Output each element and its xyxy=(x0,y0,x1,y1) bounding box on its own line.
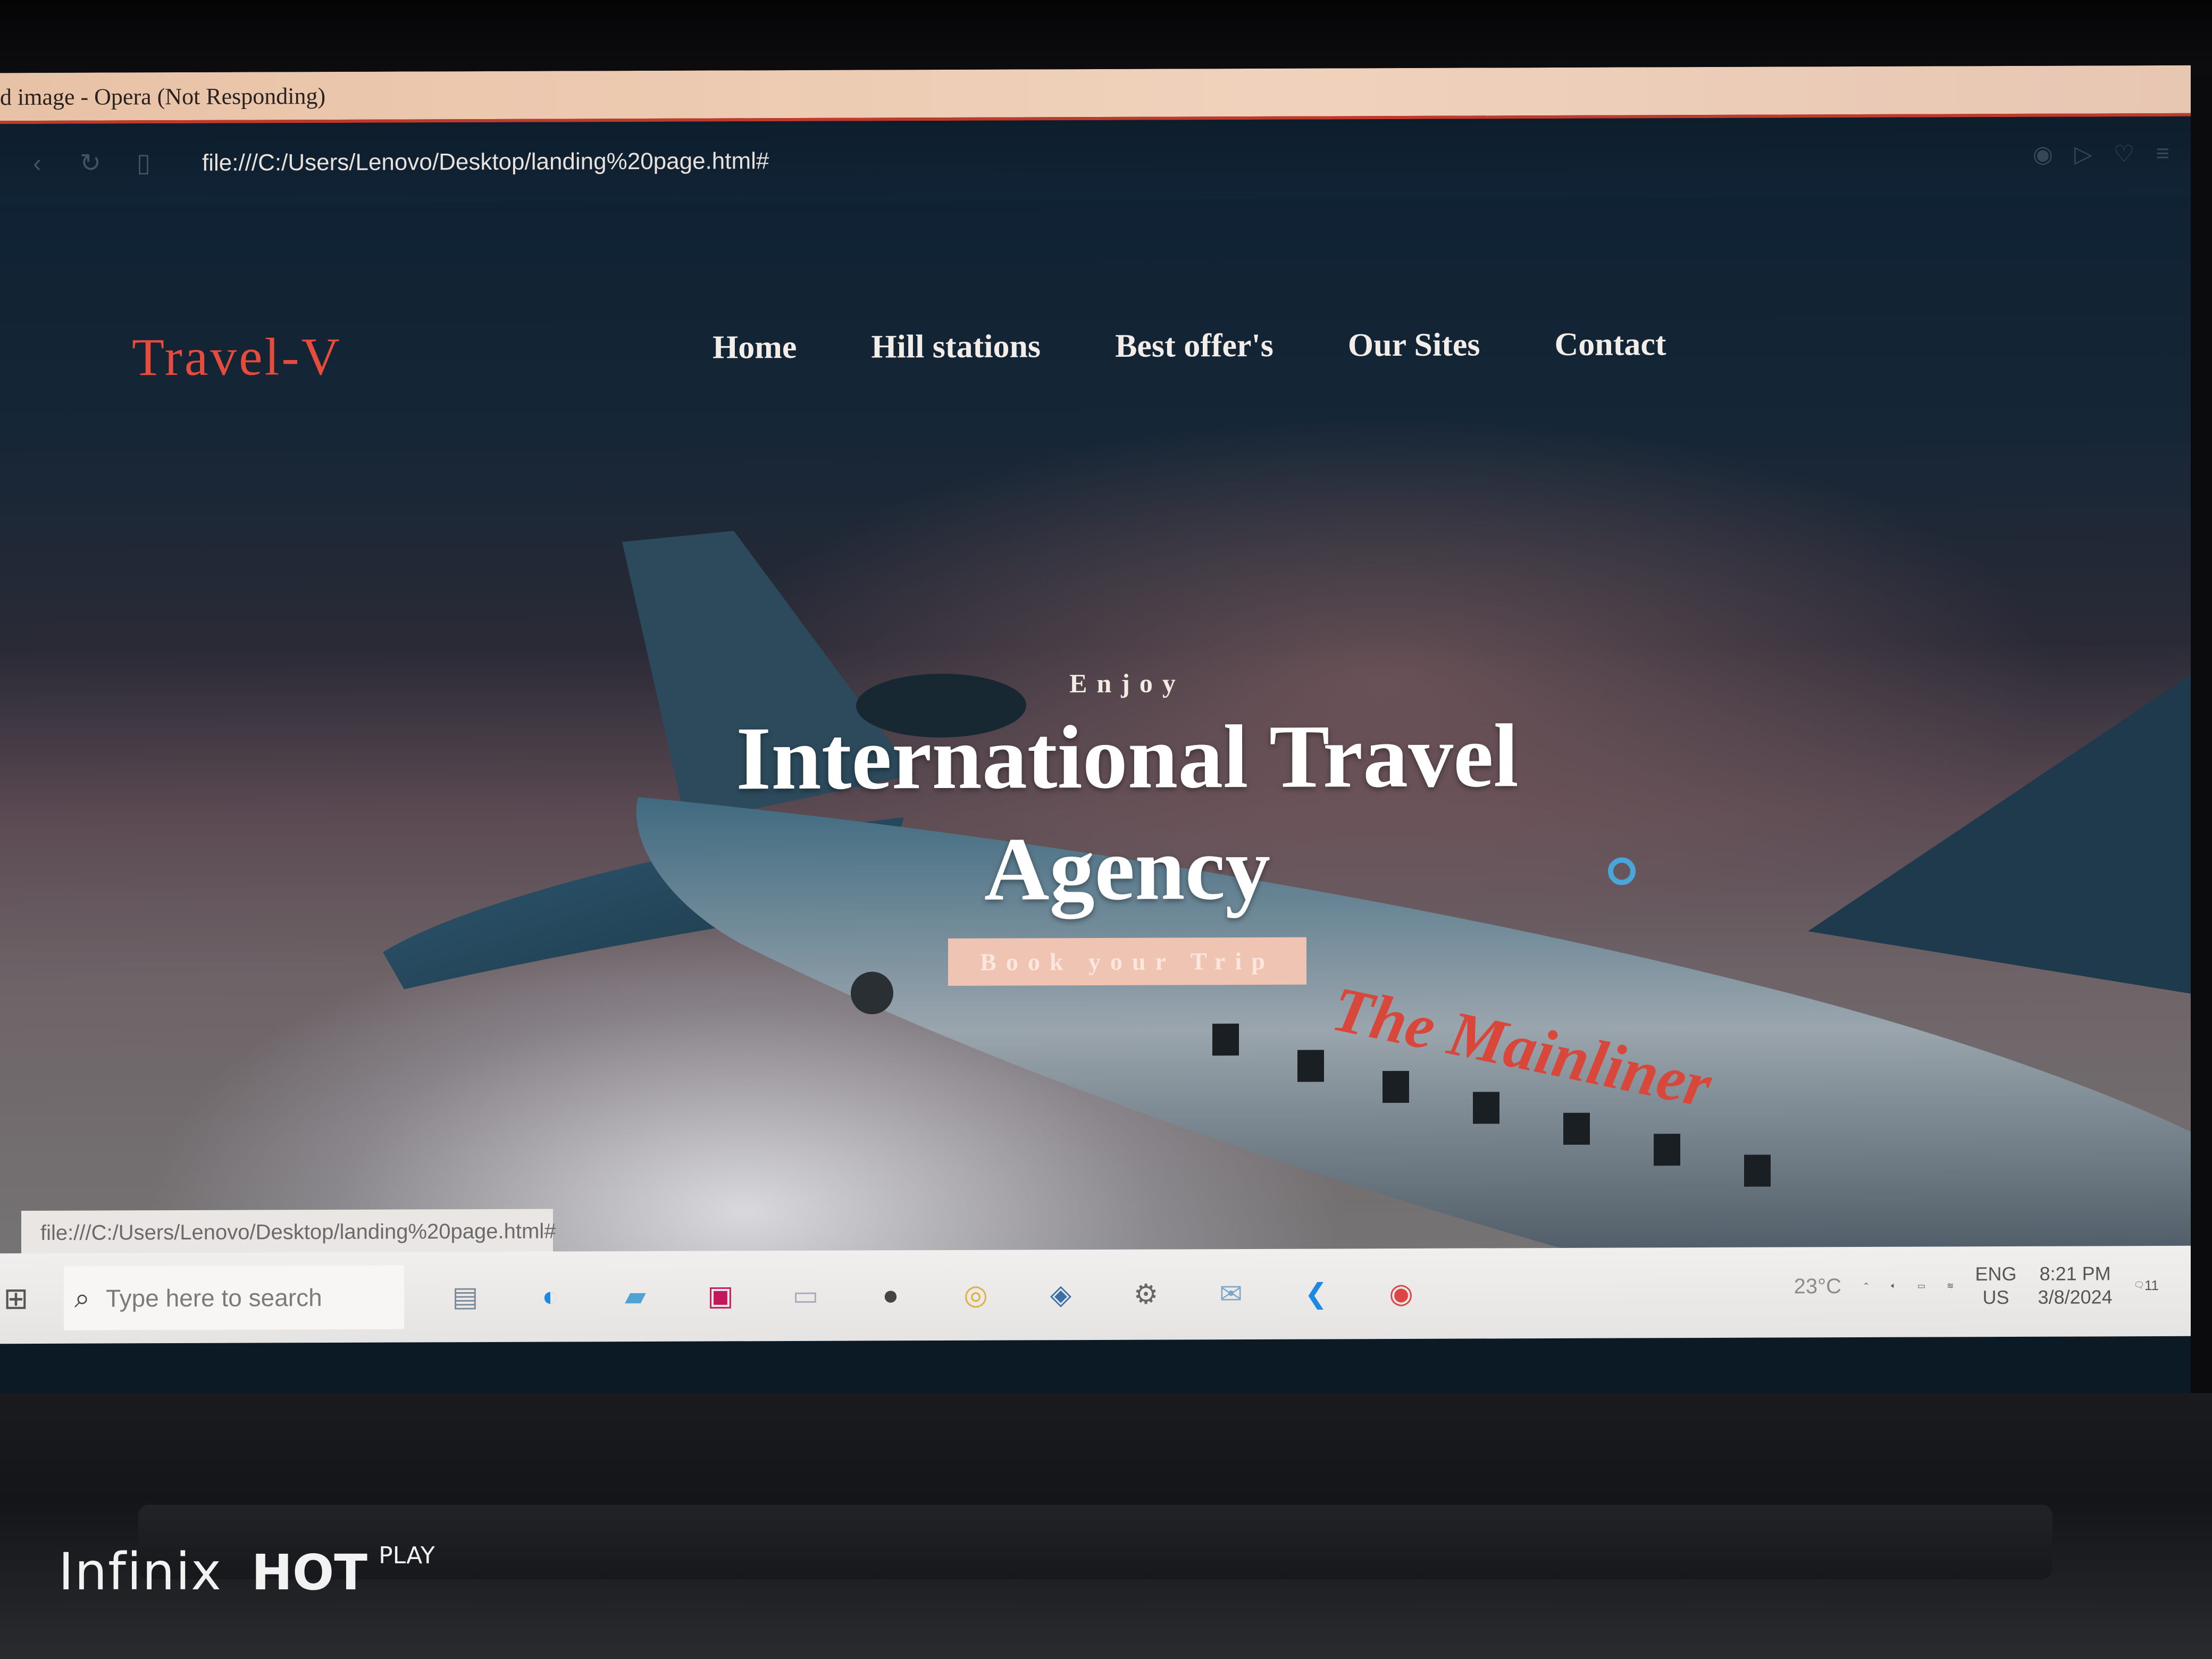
site-logo[interactable]: Travel-V xyxy=(132,326,342,388)
heart-icon[interactable]: ♡ xyxy=(2114,140,2134,167)
region-code: US xyxy=(1982,1286,2009,1309)
window-titlebar: d image - Opera (Not Responding) xyxy=(0,65,2191,124)
laptop-bezel-top xyxy=(0,0,2212,74)
nav-hill-stations[interactable]: Hill stations xyxy=(871,328,1041,366)
vscode-icon[interactable]: ❮ xyxy=(1297,1275,1335,1312)
system-tray: 23°C ⌃ 🔈︎ ▭ ≋ ENG US 8:21 PM 3/8/2024 🗨︎… xyxy=(1794,1262,2159,1310)
nav-our-sites[interactable]: Our Sites xyxy=(1348,326,1480,364)
settings-icon[interactable]: ⚙ xyxy=(1127,1276,1164,1313)
watermark-model: HOT xyxy=(252,1544,368,1601)
speaker-icon[interactable]: 🔈︎ xyxy=(1891,1281,1896,1291)
share-icon[interactable]: ▷ xyxy=(2074,140,2092,167)
camera-watermark: Infinix HOT PLAY xyxy=(58,1542,435,1602)
site-nav: Home Hill stations Best offer's Our Site… xyxy=(713,325,1666,366)
reload-icon[interactable]: ↻ xyxy=(74,147,106,179)
app-icon[interactable]: ● xyxy=(872,1277,909,1314)
menu-icon[interactable]: ≡ xyxy=(2156,140,2169,167)
nav-contact[interactable]: Contact xyxy=(1555,325,1666,364)
task-view-icon[interactable]: ▤ xyxy=(447,1278,484,1316)
file-explorer-icon[interactable]: ▰ xyxy=(617,1278,654,1315)
url-field[interactable]: file:///C:/Users/Lenovo/Desktop/landing%… xyxy=(202,148,769,177)
chrome-icon[interactable]: ◎ xyxy=(957,1277,994,1314)
mail-icon[interactable]: ✉ xyxy=(1212,1276,1250,1313)
landing-page: The Mainliner Travel-V Home Hill station… xyxy=(0,196,2191,1321)
address-bar: ‹ ↻ ▯ file:///C:/Users/Lenovo/Desktop/la… xyxy=(0,116,2191,204)
back-icon[interactable]: ‹ xyxy=(21,148,53,180)
status-bar-url: file:///C:/Users/Lenovo/Desktop/landing%… xyxy=(21,1209,556,1256)
window-title: d image - Opera (Not Responding) xyxy=(0,82,326,110)
clock-date: 3/8/2024 xyxy=(2038,1286,2113,1308)
hero-kicker: Enjoy xyxy=(1069,668,1185,699)
watermark-brand: Infinix xyxy=(58,1542,222,1602)
windows-start-icon[interactable]: ⊞ xyxy=(0,1281,32,1315)
weather-temp[interactable]: 23°C xyxy=(1794,1275,1841,1298)
page-info-icon[interactable]: ▯ xyxy=(128,147,160,179)
hero-title-line1: International Travel xyxy=(736,706,1519,809)
clock[interactable]: 8:21 PM 3/8/2024 xyxy=(2038,1262,2113,1309)
vpn-icon[interactable]: ◈ xyxy=(1042,1276,1079,1313)
address-bar-actions: ◉ ▷ ♡ ≡ xyxy=(2033,140,2169,168)
hero-title-line2: Agency xyxy=(984,818,1271,919)
notification-count: 11 xyxy=(2144,1277,2159,1293)
wifi-icon[interactable]: ≋ xyxy=(1947,1280,1954,1291)
taskbar: ⊞ ⌕ Type here to search ▤ ◐ ▰ ▣ ▭ ● ◎ ◈ … xyxy=(0,1245,2191,1344)
language-code: ENG xyxy=(1975,1262,2017,1285)
language-indicator[interactable]: ENG US xyxy=(1975,1262,2017,1309)
taskbar-apps: ▤ ◐ ▰ ▣ ▭ ● ◎ ◈ ⚙ ✉ ❮ ◉ xyxy=(447,1275,1420,1316)
chrome-icon[interactable]: ◉ xyxy=(1382,1275,1420,1312)
store-icon[interactable]: ▭ xyxy=(787,1277,824,1314)
nav-home[interactable]: Home xyxy=(713,329,797,367)
media-app-icon[interactable]: ▣ xyxy=(702,1277,739,1314)
watermark-sub: PLAY xyxy=(379,1542,435,1569)
clock-time: 8:21 PM xyxy=(2039,1262,2111,1285)
chevron-up-icon[interactable]: ⌃ xyxy=(1863,1281,1870,1292)
loading-cursor-icon xyxy=(1608,857,1636,885)
search-icon: ⌕ xyxy=(74,1283,90,1314)
notification-icon[interactable]: 🗨︎11 xyxy=(2134,1277,2159,1294)
hero-section: Enjoy International Travel Agency Book y… xyxy=(638,666,1616,987)
laptop-screen: d image - Opera (Not Responding) ‹ ↻ ▯ f… xyxy=(0,65,2191,1403)
book-trip-button[interactable]: Book your Trip xyxy=(948,937,1306,986)
battery-icon[interactable]: ▭ xyxy=(1917,1281,1925,1292)
edge-icon[interactable]: ◐ xyxy=(532,1278,569,1315)
camera-icon[interactable]: ◉ xyxy=(2033,141,2053,168)
search-input[interactable]: Type here to search xyxy=(106,1283,322,1312)
nav-best-offers[interactable]: Best offer's xyxy=(1115,327,1273,365)
taskbar-search[interactable]: ⌕ Type here to search xyxy=(64,1265,404,1330)
